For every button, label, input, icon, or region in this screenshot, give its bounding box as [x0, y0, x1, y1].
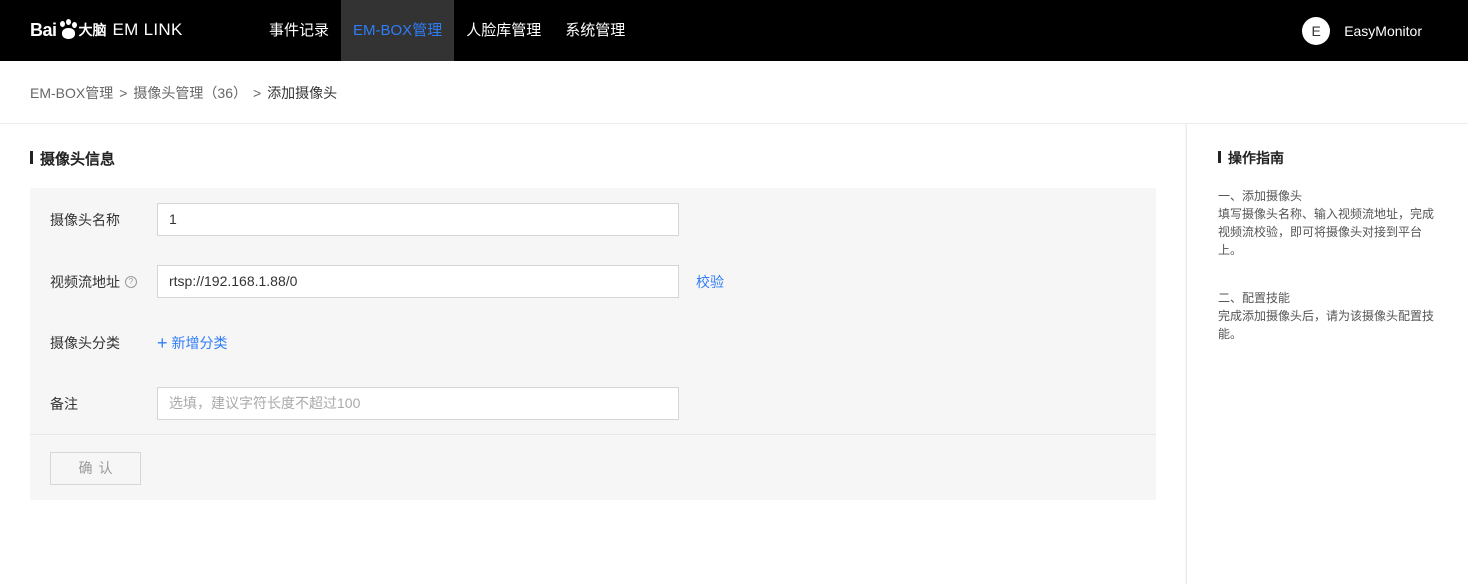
confirm-button[interactable]: 确认 — [50, 452, 141, 485]
breadcrumb-camera-management[interactable]: 摄像头管理（36） — [133, 85, 247, 101]
paw-logo-icon — [58, 19, 78, 39]
guide-panel: 操作指南 一、添加摄像头 填写摄像头名称、输入视频流地址，完成视频流校验，即可将… — [1186, 124, 1468, 584]
nav-face-library[interactable]: 人脸库管理 — [454, 0, 553, 61]
guide-step2-text: 完成添加摄像头后，请为该摄像头配置技能。 — [1218, 309, 1435, 341]
breadcrumb-bar: EM-BOX管理 > 摄像头管理（36） > 添加摄像头 — [0, 61, 1468, 124]
form-row-remark: 备注 选填，建议字符长度不超过100 — [50, 387, 679, 420]
breadcrumb-embox[interactable]: EM-BOX管理 — [30, 85, 113, 101]
avatar[interactable]: E — [1302, 17, 1331, 45]
section-title: 摄像头信息 — [30, 148, 115, 169]
verify-button[interactable]: 校验 — [696, 272, 724, 292]
camera-category-label: 摄像头分类 — [50, 334, 120, 351]
camera-name-label: 摄像头名称 — [50, 211, 120, 228]
stream-url-label: 视频流地址 ? — [50, 272, 157, 292]
question-circle-icon[interactable]: ? — [125, 275, 137, 288]
guide-step1-title: 一、添加摄像头 — [1218, 189, 1303, 203]
nav-embox-management[interactable]: EM-BOX管理 — [341, 0, 455, 61]
camera-form: 摄像头名称 1 视频流地址 ? rtsp://192.168.1.88/0 校验… — [30, 188, 1156, 500]
form-divider — [30, 434, 1156, 435]
breadcrumb: EM-BOX管理 > 摄像头管理（36） > 添加摄像头 — [30, 83, 337, 103]
plus-icon: + — [157, 332, 168, 353]
add-category-button[interactable]: + 新增分类 — [157, 333, 228, 353]
remark-input[interactable]: 选填，建议字符长度不超过100 — [157, 387, 679, 420]
form-row-name: 摄像头名称 1 — [50, 203, 679, 236]
breadcrumb-add-camera: 添加摄像头 — [267, 85, 338, 101]
guide-step2-title: 二、配置技能 — [1218, 291, 1291, 305]
form-row-category: 摄像头分类 + 新增分类 — [50, 326, 228, 359]
brand-product-name: EM LINK — [112, 20, 183, 39]
form-row-stream: 视频流地址 ? rtsp://192.168.1.88/0 校验 — [50, 265, 724, 298]
username[interactable]: EasyMonitor — [1344, 23, 1422, 39]
breadcrumb-separator: > — [119, 85, 128, 101]
guide-title: 操作指南 — [1218, 148, 1284, 168]
main-nav: 事件记录 EM-BOX管理 人脸库管理 系统管理 — [257, 0, 637, 61]
brand-logo[interactable]: Bai 大脑 EM LINK — [30, 18, 183, 42]
top-navbar: Bai 大脑 EM LINK 事件记录 EM-BOX管理 人脸库管理 系统管理 … — [0, 0, 1468, 61]
nav-event-records[interactable]: 事件记录 — [257, 0, 341, 61]
brand-baidu-text: Bai — [30, 19, 57, 40]
breadcrumb-separator: > — [253, 85, 262, 101]
brand-dunao-text: 大脑 — [78, 22, 107, 38]
remark-label: 备注 — [50, 395, 78, 412]
nav-system-management[interactable]: 系统管理 — [553, 0, 637, 61]
user-menu[interactable]: E EasyMonitor — [1302, 16, 1422, 46]
main-content: 摄像头信息 摄像头名称 1 视频流地址 ? rtsp://192.168.1.8… — [0, 124, 1185, 584]
stream-url-input[interactable]: rtsp://192.168.1.88/0 — [157, 265, 679, 298]
add-category-label: 新增分类 — [171, 334, 228, 351]
camera-name-input[interactable]: 1 — [157, 203, 679, 236]
guide-step1-text: 填写摄像头名称、输入视频流地址，完成视频流校验，即可将摄像头对接到平台上。 — [1218, 207, 1435, 257]
